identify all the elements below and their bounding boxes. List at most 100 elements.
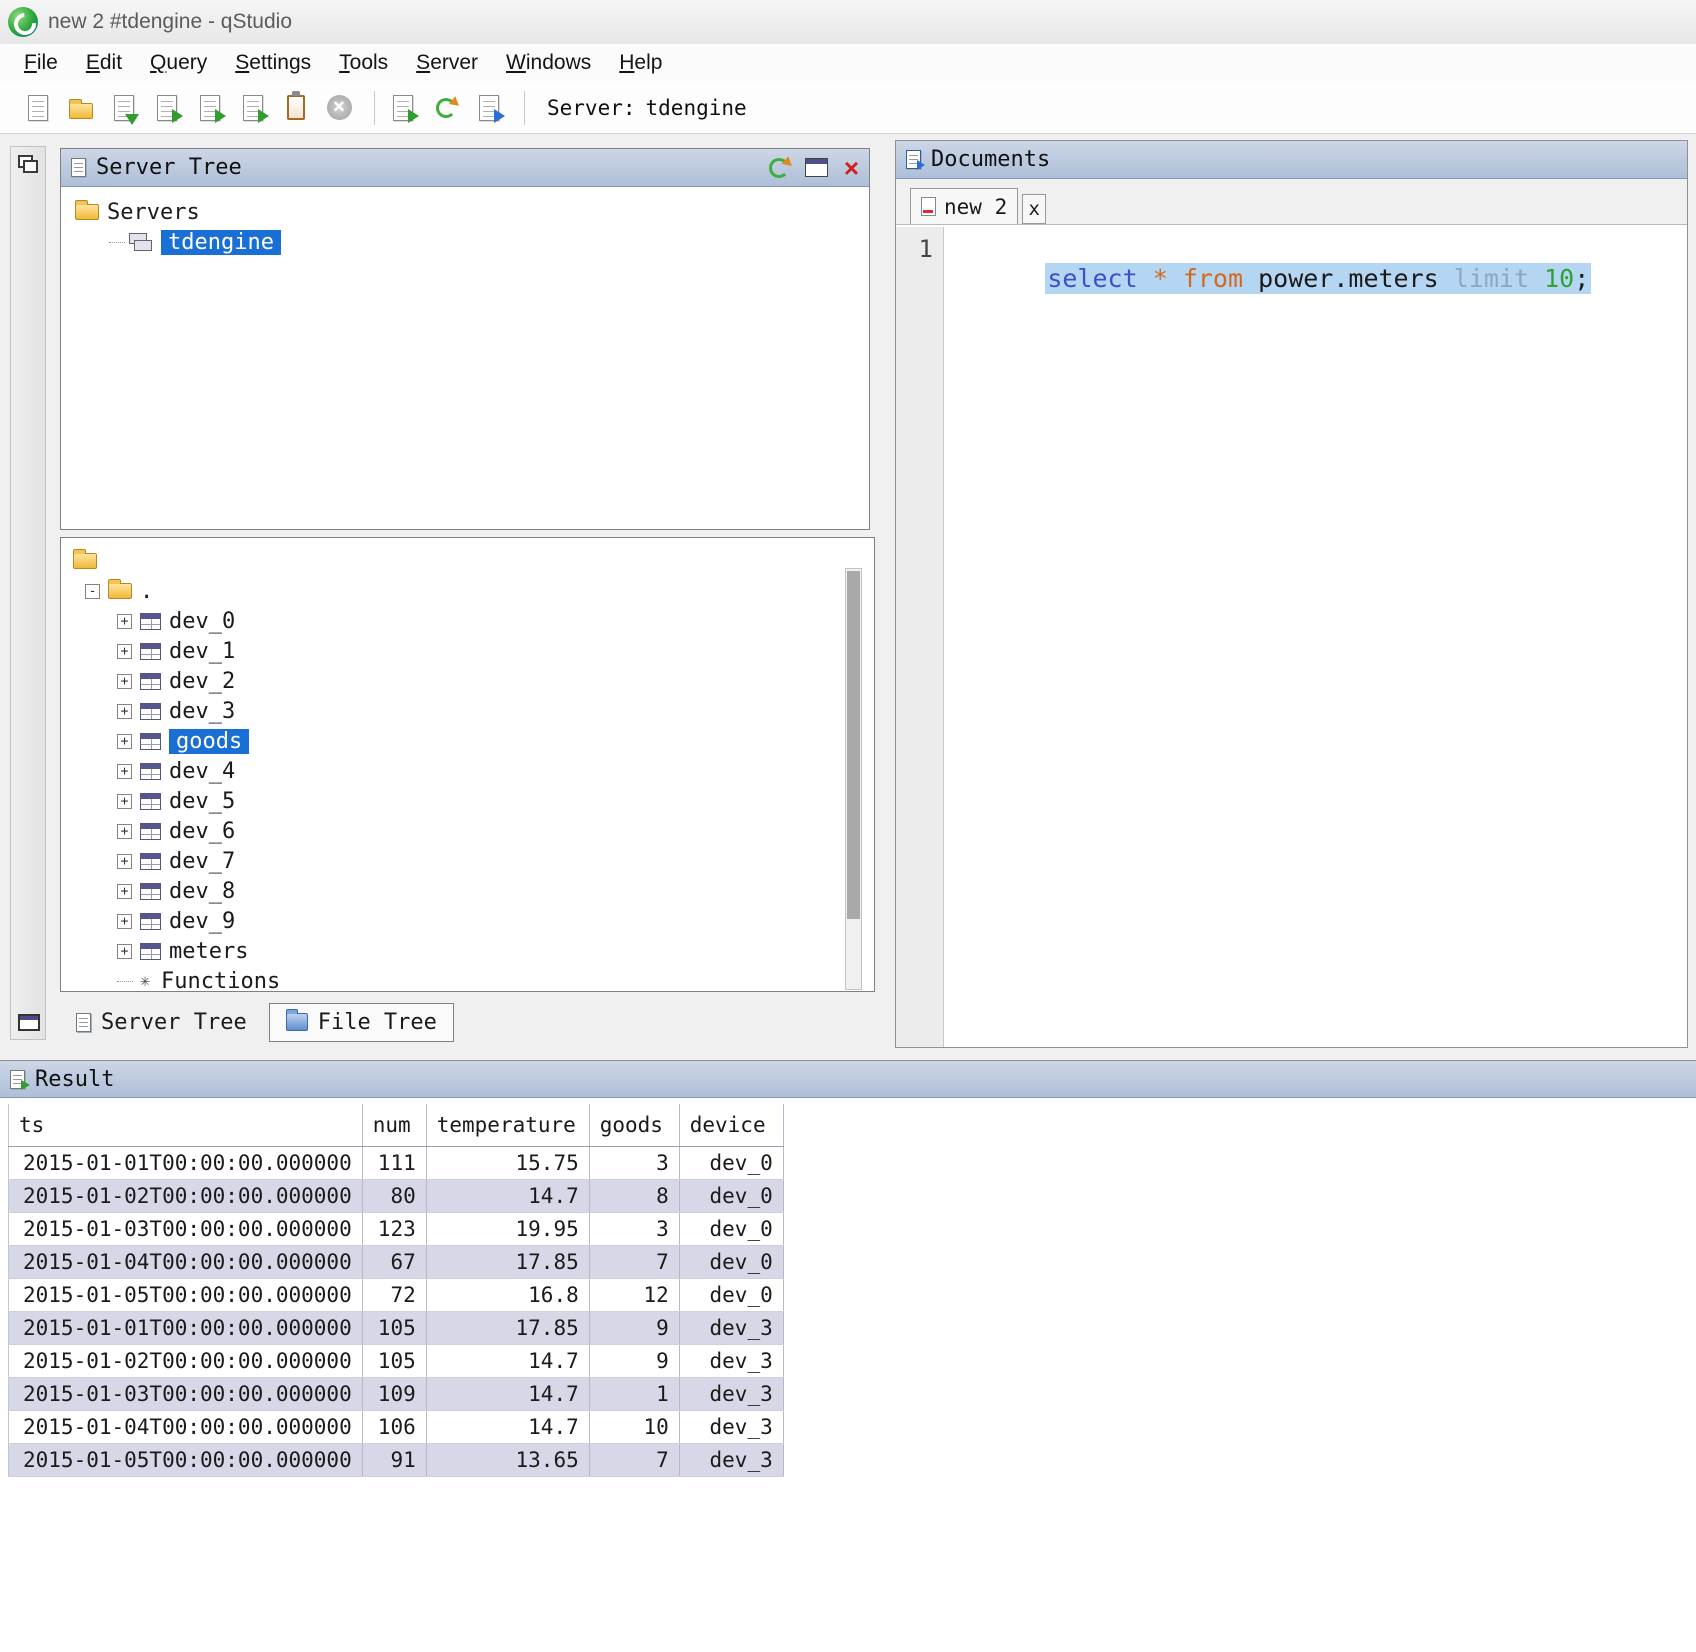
cell-num: 106: [362, 1411, 426, 1444]
result-row[interactable]: 2015-01-04T00:00:00.00000010614.710dev_3: [9, 1411, 784, 1444]
scrollbar-thumb[interactable]: [847, 571, 860, 919]
maximize-icon[interactable]: [805, 158, 828, 177]
tree-item-dev_9[interactable]: +dev_9: [73, 906, 874, 936]
result-row[interactable]: 2015-01-03T00:00:00.00000010914.71dev_3: [9, 1378, 784, 1411]
run-query-button[interactable]: [149, 89, 185, 127]
tree-item-meters[interactable]: +meters: [73, 936, 874, 966]
tree-label: dev_1: [169, 639, 235, 664]
expand-icon[interactable]: +: [117, 914, 132, 929]
tree-item-dev_0[interactable]: +dev_0: [73, 606, 874, 636]
tree-item-functions[interactable]: ✳ Functions: [73, 966, 874, 992]
tree-label-selected: tdengine: [161, 230, 281, 255]
scrollbar-track[interactable]: [845, 568, 862, 990]
menu-help[interactable]: Help: [605, 47, 676, 79]
close-icon[interactable]: ×: [844, 158, 859, 178]
tree-item-dev_8[interactable]: + dev_8: [73, 876, 874, 906]
stop-button[interactable]: [321, 89, 357, 127]
expand-icon[interactable]: +: [117, 794, 132, 809]
menu-tools[interactable]: Tools: [325, 47, 402, 79]
result-row[interactable]: 2015-01-01T00:00:00.00000010517.859dev_3: [9, 1312, 784, 1345]
tab-close-button[interactable]: x: [1022, 194, 1046, 224]
run-line-button[interactable]: [192, 89, 228, 127]
expand-icon[interactable]: +: [117, 704, 132, 719]
result-row[interactable]: 2015-01-05T00:00:00.0000009113.657dev_3: [9, 1444, 784, 1477]
toolbar: Server: tdengine: [0, 82, 1696, 134]
tab-new-2[interactable]: new 2: [910, 188, 1018, 224]
tree-item-goods[interactable]: +goods: [73, 726, 874, 756]
result-row[interactable]: 2015-01-04T00:00:00.0000006717.857dev_0: [9, 1246, 784, 1279]
server-tree-tab-icon: [76, 1013, 91, 1032]
result-row[interactable]: 2015-01-03T00:00:00.00000012319.953dev_0: [9, 1213, 784, 1246]
cell-ts: 2015-01-05T00:00:00.000000: [9, 1279, 363, 1312]
tree-item-servers[interactable]: Servers: [75, 197, 869, 227]
expand-icon[interactable]: +: [117, 734, 132, 749]
expand-icon[interactable]: +: [117, 674, 132, 689]
table-tree-panel: - . +dev_0+dev_1+dev_2+dev_3+goods+dev_4…: [60, 537, 875, 992]
tree-item-dev_4[interactable]: +dev_4: [73, 756, 874, 786]
cell-device: dev_0: [679, 1213, 783, 1246]
menu-server[interactable]: Server: [402, 47, 492, 79]
sql-editor[interactable]: 1 select * from power.meters limit 10;: [896, 227, 1687, 1047]
tree-item-dev_3[interactable]: +dev_3: [73, 696, 874, 726]
result-header-row: tsnumtemperaturegoodsdevice: [9, 1104, 784, 1147]
column-header-ts[interactable]: ts: [9, 1104, 363, 1147]
result-row[interactable]: 2015-01-01T00:00:00.00000011115.753dev_0: [9, 1147, 784, 1180]
expand-icon[interactable]: +: [117, 614, 132, 629]
cell-goods: 3: [589, 1147, 679, 1180]
result-header: Result: [0, 1060, 1696, 1098]
result-row[interactable]: 2015-01-02T00:00:00.0000008014.78dev_0: [9, 1180, 784, 1213]
paste-button[interactable]: [278, 89, 314, 127]
send-query-button[interactable]: [385, 89, 421, 127]
expand-icon[interactable]: +: [117, 854, 132, 869]
menu-query[interactable]: Query: [136, 47, 221, 79]
new-file-button[interactable]: [20, 89, 56, 127]
expand-icon[interactable]: +: [117, 644, 132, 659]
column-header-device[interactable]: device: [679, 1104, 783, 1147]
tree-item-dot[interactable]: - .: [73, 576, 874, 606]
code-area[interactable]: select * from power.meters limit 10;: [945, 227, 1687, 1047]
cell-goods: 12: [589, 1279, 679, 1312]
server-name-value[interactable]: tdengine: [646, 96, 747, 120]
tree-item-dev_2[interactable]: +dev_2: [73, 666, 874, 696]
refresh-button[interactable]: [428, 89, 464, 127]
window-icon[interactable]: [18, 1014, 40, 1031]
tree-item-dev_6[interactable]: +dev_6: [73, 816, 874, 846]
expand-icon[interactable]: +: [117, 764, 132, 779]
tree-label: dev_8: [169, 879, 235, 904]
tree-item-dev_7[interactable]: +dev_7: [73, 846, 874, 876]
run-arrow-icon: [172, 109, 183, 123]
tab-server-tree[interactable]: Server Tree: [60, 1004, 263, 1041]
sql-statement[interactable]: select * from power.meters limit 10;: [1045, 263, 1591, 294]
expand-icon[interactable]: +: [117, 824, 132, 839]
tree-item-dev_5[interactable]: +dev_5: [73, 786, 874, 816]
document-tabbar: new 2 x: [896, 179, 1687, 225]
cell-temperature: 14.7: [426, 1345, 589, 1378]
cell-goods: 10: [589, 1411, 679, 1444]
menu-edit[interactable]: Edit: [72, 47, 136, 79]
result-row[interactable]: 2015-01-05T00:00:00.0000007216.812dev_0: [9, 1279, 784, 1312]
collapse-icon[interactable]: -: [85, 584, 100, 599]
layered-windows-icon[interactable]: [18, 155, 40, 175]
save-button[interactable]: [106, 89, 142, 127]
menu-file[interactable]: File: [10, 47, 72, 79]
cell-ts: 2015-01-02T00:00:00.000000: [9, 1180, 363, 1213]
expand-icon[interactable]: +: [117, 884, 132, 899]
column-header-goods[interactable]: goods: [589, 1104, 679, 1147]
refresh-tree-icon[interactable]: [769, 158, 789, 178]
tab-file-tree[interactable]: File Tree: [269, 1003, 454, 1042]
cell-goods: 1: [589, 1378, 679, 1411]
export-button[interactable]: [471, 89, 507, 127]
result-row[interactable]: 2015-01-02T00:00:00.00000010514.79dev_3: [9, 1345, 784, 1378]
expand-icon[interactable]: +: [117, 944, 132, 959]
menu-windows[interactable]: Windows: [492, 47, 605, 79]
run-selection-button[interactable]: [235, 89, 271, 127]
server-label: Server:: [547, 96, 636, 120]
column-header-num[interactable]: num: [362, 1104, 426, 1147]
open-file-button[interactable]: [63, 89, 99, 127]
tree-item-dev_1[interactable]: + dev_1: [73, 636, 874, 666]
tree-item-tdengine[interactable]: tdengine: [75, 227, 869, 257]
cell-device: dev_3: [679, 1312, 783, 1345]
menu-settings[interactable]: Settings: [221, 47, 325, 79]
tree-root-folder[interactable]: [73, 546, 874, 576]
column-header-temperature[interactable]: temperature: [426, 1104, 589, 1147]
